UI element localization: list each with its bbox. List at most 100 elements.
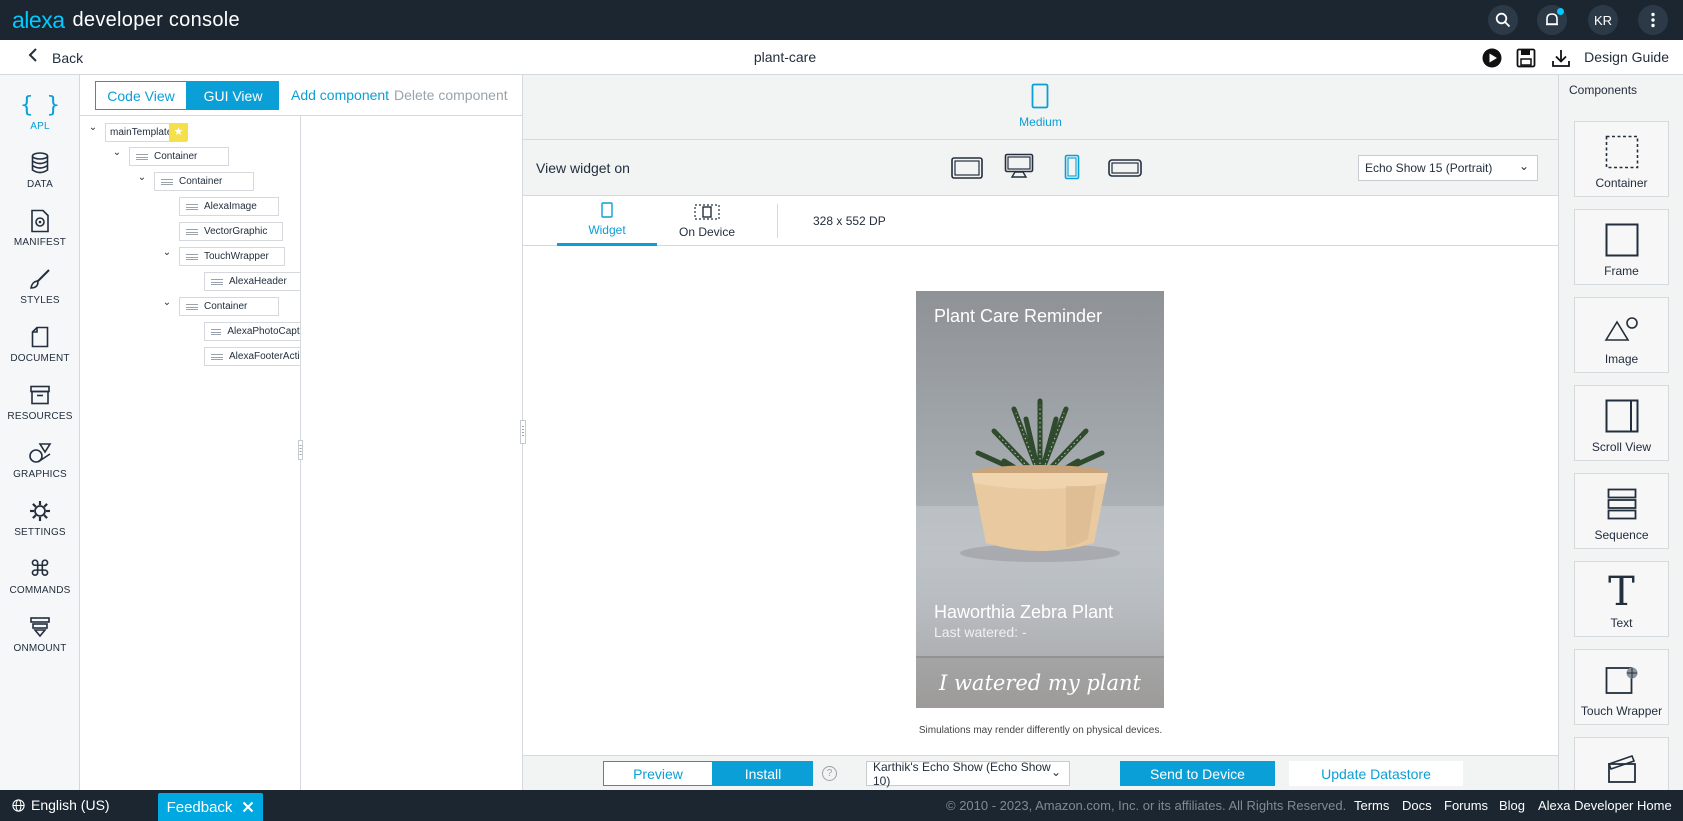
rail-item-styles[interactable]: STYLES (0, 259, 80, 313)
palette-title: Components (1569, 83, 1638, 97)
rail-item-graphics[interactable]: GRAPHICS (0, 433, 80, 487)
watered-plant-button[interactable]: I watered my plant (916, 658, 1164, 708)
footer-link-forums[interactable]: Forums (1444, 790, 1488, 821)
palette-item-video[interactable] (1574, 737, 1669, 790)
drag-handle-icon[interactable] (161, 178, 173, 185)
palette-item-frame[interactable]: Frame (1574, 209, 1669, 285)
tree-node-label: VectorGraphic (204, 226, 268, 237)
install-button[interactable]: Install (713, 761, 813, 786)
portrait-device-icon[interactable] (1064, 154, 1080, 180)
rail-item-resources[interactable]: RESOURCES (0, 375, 80, 429)
help-icon[interactable]: ? (822, 766, 837, 781)
download-icon[interactable] (1550, 47, 1572, 69)
palette-item-scroll-view[interactable]: Scroll View (1574, 385, 1669, 461)
chevron-down-icon[interactable]: ⌄ (161, 247, 173, 258)
footer-link-alexa-developer-home[interactable]: Alexa Developer Home (1538, 790, 1672, 821)
chevron-down-icon[interactable]: ⌄ (87, 122, 99, 133)
search-icon[interactable] (1488, 5, 1518, 35)
palette-item-image[interactable]: Image (1574, 297, 1669, 373)
save-icon[interactable] (1515, 47, 1537, 69)
tree-node-alexaimage[interactable]: AlexaImage (179, 197, 279, 216)
tree-node-container[interactable]: Container (154, 172, 254, 191)
rail-item-label: MANIFEST (13, 237, 67, 248)
tree-node-container[interactable]: Container (129, 147, 229, 166)
landscape-device-icon[interactable] (951, 157, 983, 179)
target-device-select[interactable]: Karthik's Echo Show (Echo Show 10) ⌄ (866, 760, 1070, 788)
layers-icon (29, 614, 51, 640)
drag-handle-icon[interactable] (186, 253, 198, 260)
drag-handle-icon[interactable] (136, 153, 148, 160)
preview-button[interactable]: Preview (603, 761, 713, 786)
rail-item-onmount[interactable]: ONMOUNT (0, 607, 80, 661)
chevron-down-icon[interactable]: ⌄ (161, 297, 173, 308)
text-icon: T (1608, 569, 1635, 615)
gui-view-button[interactable]: GUI View (187, 81, 279, 110)
document-icon (31, 324, 49, 350)
language-selector[interactable]: English (US) (12, 790, 110, 821)
rail-item-document[interactable]: DOCUMENT (0, 317, 80, 371)
archive-icon (29, 382, 51, 408)
close-icon[interactable] (242, 801, 254, 813)
palette-item-sequence[interactable]: Sequence (1574, 473, 1669, 549)
design-guide-link[interactable]: Design Guide (1584, 40, 1669, 75)
tab-on-device[interactable]: On Device (657, 196, 757, 246)
panel-resize-handle[interactable] (520, 420, 526, 444)
code-view-button[interactable]: Code View (95, 81, 187, 110)
rail-item-manifest[interactable]: MANIFEST (0, 201, 80, 255)
view-widget-label: View widget on (536, 160, 630, 176)
palette-item-label: Frame (1604, 264, 1639, 278)
monitor-device-icon[interactable] (1004, 153, 1034, 179)
tree-node-label: Container (154, 151, 198, 162)
rail-item-label: DATA (27, 179, 53, 190)
update-datastore-button[interactable]: Update Datastore (1289, 761, 1463, 786)
star-icon: ★ (169, 123, 188, 141)
notifications-icon[interactable] (1537, 5, 1567, 35)
drag-handle-icon[interactable] (186, 228, 198, 235)
rail-item-label: APL (30, 121, 50, 132)
avatar[interactable]: KR (1588, 5, 1618, 35)
tree-node-alexaphotocaption[interactable]: AlexaPhotoCaption (204, 322, 300, 341)
drag-handle-icon[interactable] (186, 303, 198, 310)
gear-icon (29, 498, 51, 524)
wide-device-icon[interactable] (1108, 159, 1142, 177)
shapes-icon (28, 440, 52, 466)
send-to-device-button[interactable]: Send to Device (1120, 761, 1275, 786)
drag-handle-icon[interactable] (186, 203, 198, 210)
add-component-button[interactable]: Add component (291, 81, 389, 110)
tree-node-alexafooteraction[interactable]: AlexaFooterAction (204, 347, 300, 366)
rail-item-apl[interactable]: { } APL (0, 85, 80, 139)
chevron-down-icon[interactable]: ⌄ (111, 147, 123, 158)
widget-size-label[interactable]: Medium (523, 115, 1558, 129)
footer-link-terms[interactable]: Terms (1354, 790, 1389, 821)
play-icon[interactable] (1481, 47, 1503, 69)
drag-handle-icon[interactable] (211, 278, 223, 285)
tab-widget[interactable]: Widget (557, 196, 657, 246)
panel-resize-handle[interactable] (298, 440, 303, 460)
tree-node-touchwrapper[interactable]: TouchWrapper (179, 247, 285, 266)
tree-node-container[interactable]: Container (179, 297, 279, 316)
footer-link-docs[interactable]: Docs (1402, 790, 1432, 821)
rail-item-data[interactable]: DATA (0, 143, 80, 197)
drag-handle-icon[interactable] (211, 353, 223, 360)
rail-item-settings[interactable]: SETTINGS (0, 491, 80, 545)
feedback-button[interactable]: Feedback (158, 793, 263, 821)
drag-handle-icon[interactable] (211, 328, 222, 335)
palette-item-touch-wrapper[interactable]: Touch Wrapper (1574, 649, 1669, 725)
tree-node-vectorgraphic[interactable]: VectorGraphic (179, 222, 283, 241)
rail-item-label: SETTINGS (14, 527, 66, 538)
notification-dot (1557, 8, 1564, 15)
device-select[interactable]: Echo Show 15 (Portrait) ⌄ (1358, 155, 1538, 181)
tablet-portrait-icon[interactable] (1031, 83, 1049, 109)
alexa-logo[interactable]: alexa developer console (12, 3, 240, 37)
palette-item-text[interactable]: T Text (1574, 561, 1669, 637)
tree-node-label: mainTemplate (110, 127, 173, 138)
footer-link-blog[interactable]: Blog (1499, 790, 1525, 821)
palette-item-container[interactable]: Container (1574, 121, 1669, 197)
plant-photo (916, 398, 1164, 656)
more-menu-icon[interactable] (1638, 5, 1668, 35)
chevron-down-icon[interactable]: ⌄ (136, 172, 148, 183)
tree-node-alexaheader[interactable]: AlexaHeader (204, 272, 300, 291)
widget-size-bar: Medium (523, 75, 1558, 140)
palette-item-label: Scroll View (1591, 440, 1652, 454)
rail-item-commands[interactable]: ⌘ COMMANDS (0, 549, 80, 603)
